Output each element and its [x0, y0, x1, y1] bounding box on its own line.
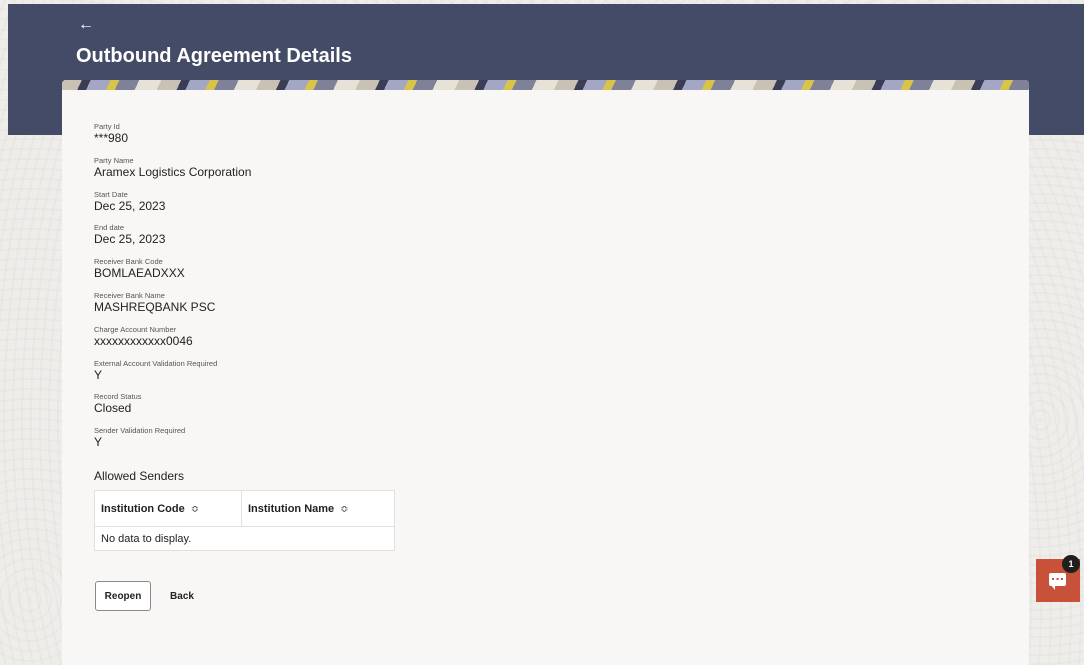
sort-icon[interactable]: ≎	[191, 504, 199, 515]
field-label: Sender Validation Required	[94, 426, 186, 436]
details-card: Party Id ***980 Party Name Aramex Logist…	[62, 80, 1029, 665]
table-row: No data to display.	[95, 527, 395, 551]
field-label: Charge Account Number	[94, 324, 177, 334]
field-value: Aramex Logistics Corporation	[94, 164, 252, 179]
sort-icon[interactable]: ≎	[340, 504, 348, 515]
field-record-status: Record Status Closed	[94, 392, 251, 426]
field-external-account-validation: External Account Validation Required Y	[94, 359, 251, 393]
field-value: MASHREQBANK PSC	[94, 299, 216, 314]
details-list: Party Id ***980 Party Name Aramex Logist…	[94, 122, 251, 460]
chat-icon	[1049, 573, 1066, 590]
field-value: Dec 25, 2023	[94, 198, 166, 213]
chat-dots	[1052, 578, 1063, 580]
field-label: Party Name	[94, 155, 134, 165]
field-charge-account-number: Charge Account Number xxxxxxxxxxxx0046	[94, 325, 251, 359]
field-party-id: Party Id ***980	[94, 122, 251, 156]
column-header-label: Institution Code	[101, 502, 185, 515]
allowed-senders-heading: Allowed Senders	[94, 469, 185, 483]
field-value: xxxxxxxxxxxx0046	[94, 333, 193, 348]
column-header-institution-code[interactable]: Institution Code ≎	[94, 490, 242, 527]
field-value: Closed	[94, 401, 132, 416]
back-button[interactable]: Back	[166, 581, 198, 611]
field-label: Start Date	[94, 189, 128, 199]
column-header-institution-name[interactable]: Institution Name ≎	[241, 490, 395, 527]
field-receiver-bank-code: Receiver Bank Code BOMLAEADXXX	[94, 257, 251, 291]
field-value: BOMLAEADXXX	[94, 266, 185, 281]
field-label: External Account Validation Required	[94, 358, 218, 368]
card-banner	[62, 80, 1029, 90]
field-receiver-bank-name: Receiver Bank Name MASHREQBANK PSC	[94, 291, 251, 325]
back-arrow-icon[interactable]: ←	[78, 16, 94, 34]
notification-badge: 1	[1062, 555, 1080, 573]
field-value: Y	[94, 367, 103, 382]
empty-table-message: No data to display.	[101, 532, 192, 545]
page-title: Outbound Agreement Details	[76, 45, 352, 67]
field-value: Dec 25, 2023	[94, 232, 166, 247]
field-start-date: Start Date Dec 25, 2023	[94, 190, 251, 224]
allowed-senders-table: Institution Code ≎ Institution Name ≎ No d…	[94, 490, 395, 551]
table-header-row: Institution Code ≎ Institution Name ≎	[94, 490, 395, 527]
field-sender-validation: Sender Validation Required Y	[94, 426, 251, 460]
column-header-label: Institution Name	[248, 502, 335, 515]
field-value: ***980	[94, 131, 129, 145]
field-end-date: End date Dec 25, 2023	[94, 223, 251, 257]
field-label: Receiver Bank Name	[94, 290, 165, 300]
field-label: End date	[94, 223, 125, 233]
field-label: Party Id	[94, 122, 120, 131]
field-label: Record Status	[94, 392, 142, 402]
field-party-name: Party Name Aramex Logistics Corporation	[94, 156, 251, 190]
field-value: Y	[94, 435, 103, 450]
field-label: Receiver Bank Code	[94, 257, 163, 267]
reopen-button[interactable]: Reopen	[95, 581, 151, 611]
